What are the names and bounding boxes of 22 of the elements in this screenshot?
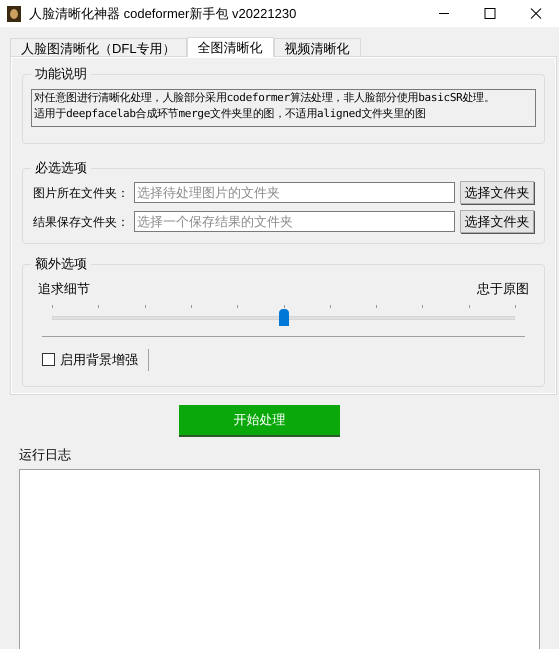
log-title: 运行日志 (18, 446, 72, 464)
tab[interactable]: 人脸图清晰化（DFL专用） (10, 38, 187, 56)
group-title: 额外选项 (31, 255, 91, 273)
background-checkbox[interactable]: 启用背景增强 (42, 350, 138, 370)
field-label: 图片所在文件夹： (33, 184, 130, 202)
slider-track[interactable] (52, 304, 515, 328)
folder-field[interactable]: 选择待处理图片的文件夹 (134, 182, 455, 203)
window-title: 人脸清晰化神器 codeformer新手包 v20221230 (29, 4, 296, 23)
choose-folder-button[interactable]: 选择文件夹 (460, 210, 534, 233)
choose-folder-button[interactable]: 选择文件夹 (460, 181, 534, 204)
app-icon (7, 6, 21, 22)
group-title: 功能说明 (31, 65, 91, 83)
folder-field[interactable]: 选择一个保存结果的文件夹 (134, 211, 455, 232)
description-text: 对任意图进行清晰化处理，人脸部分采用codeformer算法处理，非人脸部分使用basicSR处理。 (34, 90, 496, 106)
group-title: 必选选项 (31, 159, 91, 177)
tab[interactable]: 视频清晰化 (274, 38, 361, 56)
slider-thumb[interactable] (278, 308, 288, 326)
description-text: 适用于deepfacelab合成环节merge文件夹里的图，不适用aligned文件夹里的图 (34, 106, 427, 122)
field-label: 结果保存文件夹： (33, 214, 130, 230)
slider-label: 忠于原图 (477, 280, 529, 298)
slider-label: 追求细节 (38, 280, 90, 298)
tab[interactable]: 全图清晰化 (186, 37, 274, 57)
